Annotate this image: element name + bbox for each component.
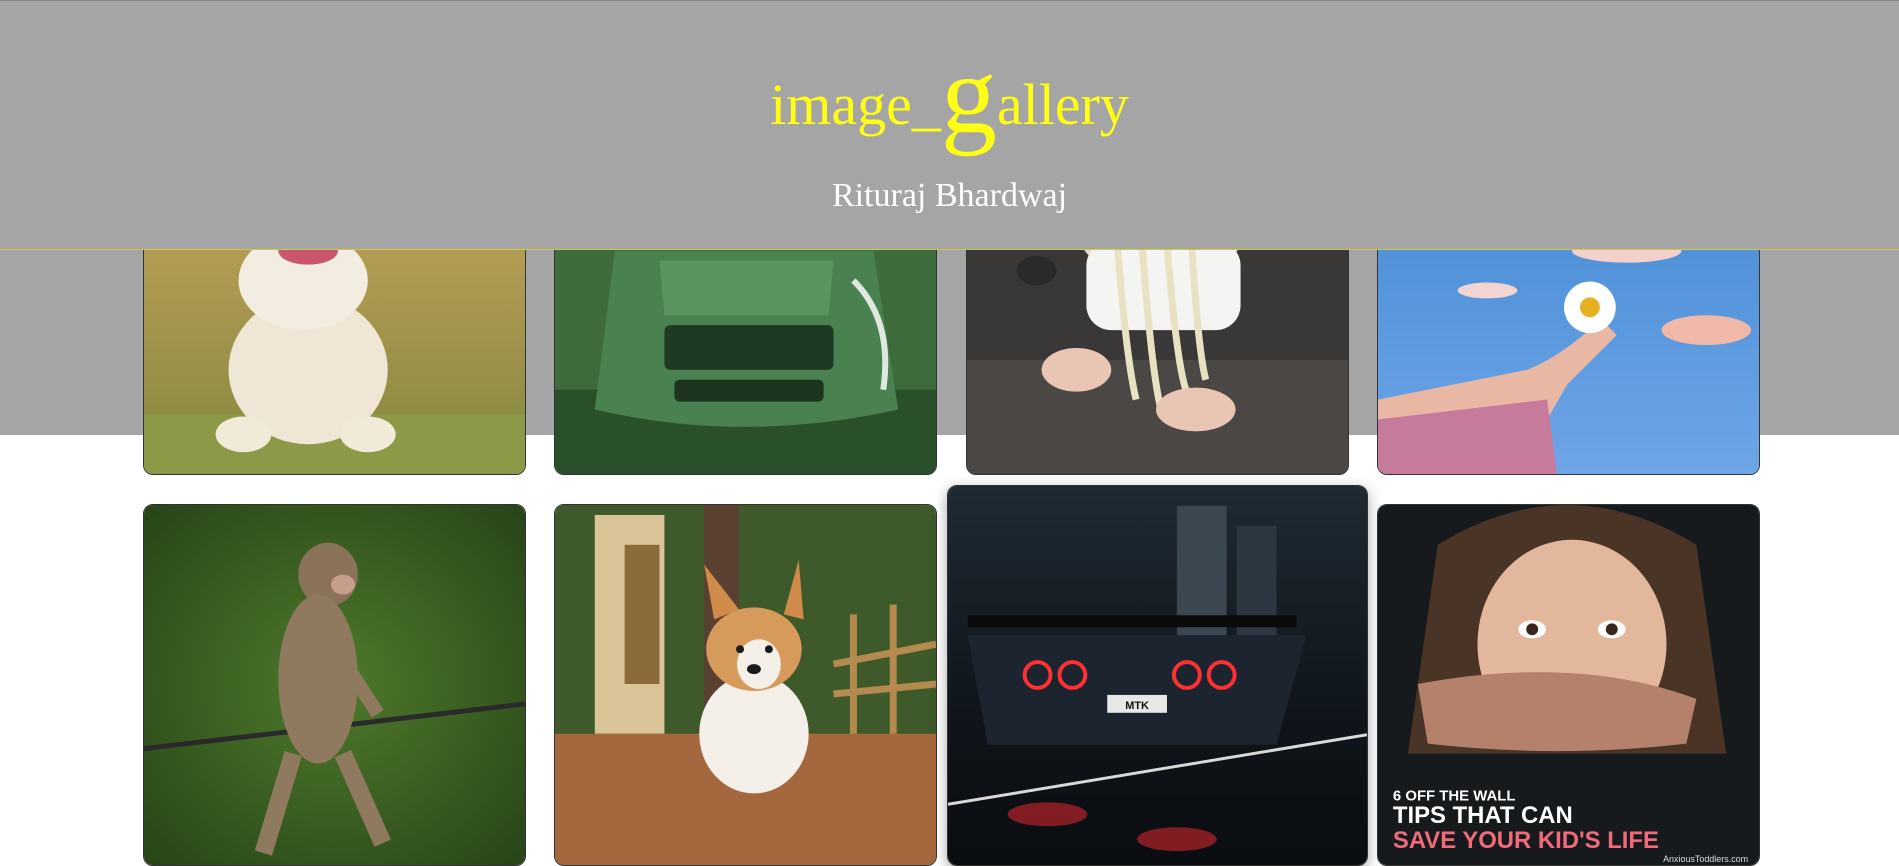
gallery-image-daisy-sky[interactable] bbox=[1377, 220, 1760, 475]
gallery-image-corgi[interactable] bbox=[554, 504, 937, 866]
night-car-image: MTK bbox=[948, 486, 1367, 865]
gallery-image-green-car[interactable] bbox=[554, 220, 937, 475]
page-title: image_gallery bbox=[0, 39, 1899, 151]
gallery-image-monkey[interactable] bbox=[143, 504, 526, 866]
gallery-image-baby[interactable] bbox=[966, 220, 1349, 475]
gallery-image-night-car[interactable]: MTK bbox=[947, 485, 1368, 866]
baby-image bbox=[967, 221, 1348, 474]
car-plate: MTK bbox=[1125, 700, 1149, 712]
poster-credit: AnxiousToddlers.com bbox=[1663, 854, 1748, 864]
title-suffix: allery bbox=[996, 72, 1129, 137]
daisy-sky-image bbox=[1378, 221, 1759, 474]
green-car-image bbox=[555, 221, 936, 474]
gallery-image-poster[interactable]: 6 OFF THE WALL TIPS THAT CAN SAVE YOUR K… bbox=[1377, 504, 1760, 866]
corgi-image bbox=[555, 505, 936, 865]
site-header: image_gallery Rituraj Bhardwaj bbox=[0, 0, 1899, 250]
poster-line3: SAVE YOUR KID'S LIFE bbox=[1393, 827, 1659, 854]
poster-image: 6 OFF THE WALL TIPS THAT CAN SAVE YOUR K… bbox=[1378, 505, 1759, 865]
title-big-letter: g bbox=[940, 33, 997, 157]
title-prefix: image_ bbox=[770, 72, 941, 137]
puppy-image bbox=[144, 221, 525, 474]
poster-line2: TIPS THAT CAN bbox=[1393, 802, 1573, 829]
monkey-image bbox=[144, 505, 525, 865]
author-name: Rituraj Bhardwaj bbox=[831, 177, 1068, 214]
gallery-image-puppy[interactable] bbox=[143, 220, 526, 475]
